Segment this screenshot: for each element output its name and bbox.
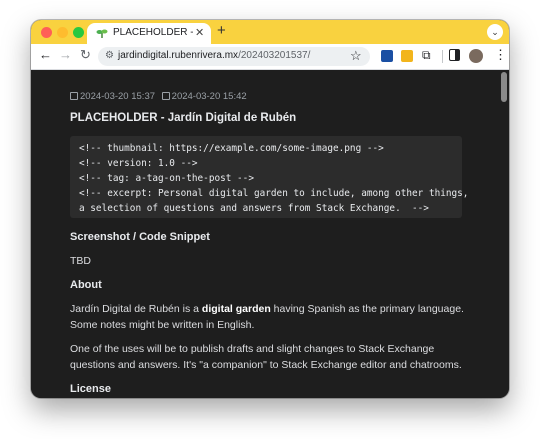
new-tab-button[interactable]: +	[217, 22, 226, 39]
scrollbar[interactable]	[501, 72, 507, 102]
updated-date: 2024-03-20 15:42	[171, 91, 247, 102]
post-dates: 2024-03-20 15:37 2024-03-20 15:42	[70, 91, 247, 102]
address-bar[interactable]: ⚙ jardindigital.rubenrivera.mx/202403201…	[98, 47, 370, 66]
tbd-text: TBD	[70, 255, 91, 267]
code-line: <!-- thumbnail: https://example.com/some…	[79, 143, 384, 154]
side-panel-icon[interactable]	[449, 49, 460, 61]
sprout-icon	[96, 29, 108, 38]
tab-active[interactable]: PLACEHOLDER - Jardín Digi ✕	[87, 23, 211, 44]
tab-close-icon[interactable]: ✕	[195, 26, 204, 39]
calendar-created-icon	[70, 92, 78, 100]
page-content: 2024-03-20 15:37 2024-03-20 15:42 PLACEH…	[31, 70, 509, 398]
code-line: <!-- excerpt: Personal digital garden to…	[79, 188, 469, 199]
tab-title: PLACEHOLDER - Jardín Digi	[113, 27, 193, 38]
window-maximize-button[interactable]	[73, 27, 84, 38]
code-line: <!-- tag: a-tag-on-the-post -->	[79, 173, 254, 184]
about-paragraph-2-line-2: questions and answers. It's "a companion…	[70, 359, 462, 371]
digital-garden-emphasis: digital garden	[201, 303, 271, 315]
forward-button[interactable]: →	[59, 47, 72, 62]
url-host: jardindigital.rubenrivera.mx	[118, 50, 239, 61]
window-minimize-button[interactable]	[57, 27, 68, 38]
url-path: /202403201537/	[238, 50, 311, 61]
about-paragraph-2: One of the uses will be to publish draft…	[70, 343, 435, 355]
section-heading-screenshot: Screenshot / Code Snippet	[70, 231, 210, 243]
url-text[interactable]: jardindigital.rubenrivera.mx/20240320153…	[118, 50, 310, 61]
code-line: a selection of questions and answers fro…	[79, 203, 429, 214]
browser-window: PLACEHOLDER - Jardín Digi ✕ + ⌄ ← → ↻ ⚙ …	[31, 20, 509, 398]
site-info-icon[interactable]: ⚙	[105, 50, 114, 61]
tab-search-button[interactable]: ⌄	[487, 24, 503, 40]
about-paragraph-1: Jardín Digital de Rubén is a digital gar…	[70, 303, 464, 315]
page-title: PLACEHOLDER - Jardín Digital de Rubén	[70, 112, 297, 124]
about-paragraph-1-line-2: Some notes might be written in English.	[70, 319, 255, 331]
extensions-puzzle-icon[interactable]: ⧉	[422, 48, 431, 63]
reload-button[interactable]: ↻	[80, 47, 91, 63]
bookmark-star-icon[interactable]: ☆	[350, 48, 362, 64]
back-button[interactable]: ←	[39, 47, 52, 62]
section-heading-about: About	[70, 279, 102, 291]
toolbar-divider	[442, 50, 443, 63]
created-date: 2024-03-20 15:37	[80, 91, 156, 102]
profile-avatar[interactable]	[469, 49, 483, 63]
window-close-button[interactable]	[41, 27, 52, 38]
extension-1-icon[interactable]	[381, 50, 393, 62]
about-text: Jardín Digital de Rubén is a	[70, 303, 202, 315]
extension-2-icon[interactable]	[401, 50, 413, 62]
code-line: <!-- version: 1.0 -->	[79, 158, 198, 169]
code-block: <!-- thumbnail: https://example.com/some…	[70, 136, 468, 218]
about-text: having Spanish as the primary language.	[270, 303, 464, 315]
tab-strip: PLACEHOLDER - Jardín Digi ✕ + ⌄	[31, 20, 509, 44]
browser-toolbar: ← → ↻ ⚙ jardindigital.rubenrivera.mx/202…	[31, 44, 509, 70]
calendar-updated-icon	[161, 92, 170, 100]
browser-menu-icon[interactable]: ⋮	[494, 47, 507, 63]
section-heading-license: License	[70, 383, 111, 395]
